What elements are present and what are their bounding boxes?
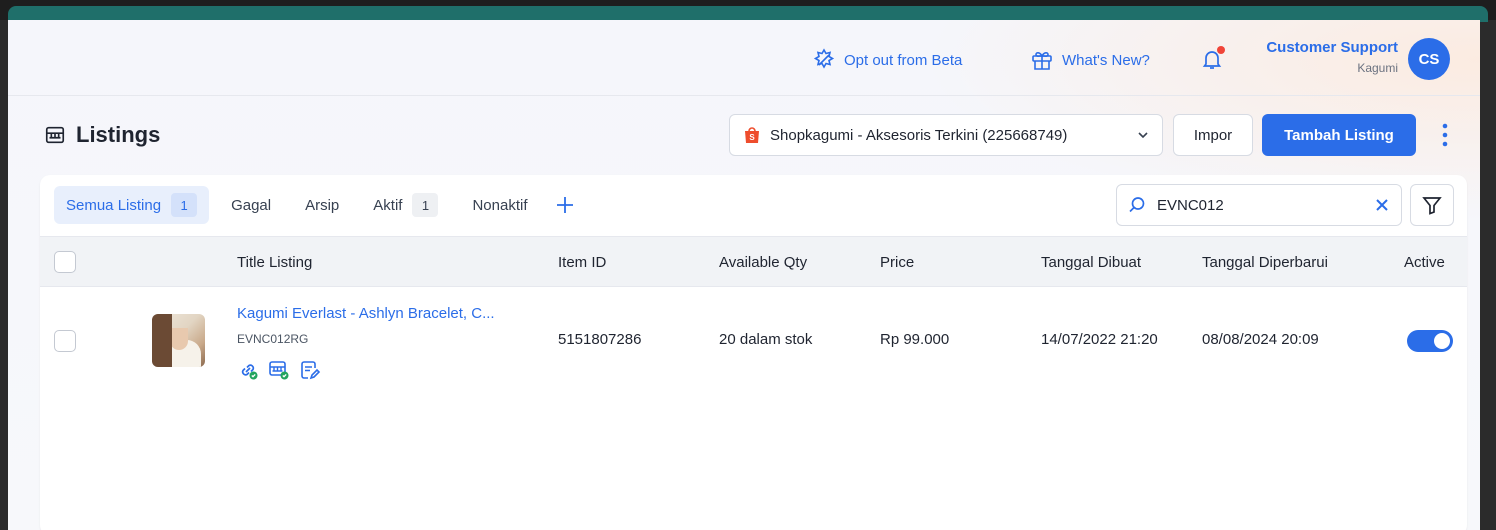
kebab-icon[interactable] bbox=[1437, 122, 1453, 148]
opt-out-beta-link[interactable]: Opt out from Beta bbox=[812, 48, 962, 72]
plus-icon[interactable] bbox=[554, 194, 576, 216]
search-input[interactable] bbox=[1157, 196, 1363, 214]
user-info[interactable]: Customer Support Kagumi bbox=[1266, 39, 1398, 75]
avatar[interactable]: CS bbox=[1408, 38, 1450, 80]
shop-select[interactable]: S Shopkagumi - Aksesoris Terkini (225668… bbox=[729, 114, 1163, 156]
listing-price: Rp 99.000 bbox=[880, 331, 950, 348]
listing-title-link[interactable]: Kagumi Everlast - Ashlyn Bracelet, C... bbox=[237, 305, 495, 322]
column-active[interactable]: Active bbox=[1404, 254, 1445, 271]
shop-select-value: Shopkagumi - Aksesoris Terkini (22566874… bbox=[770, 126, 1068, 144]
add-listing-button[interactable]: Tambah Listing bbox=[1262, 114, 1416, 156]
tab-active[interactable]: Aktif 1 bbox=[361, 186, 450, 224]
toggle-knob bbox=[1434, 333, 1450, 349]
shop-bag-icon: S bbox=[745, 127, 759, 143]
search-box bbox=[1116, 184, 1402, 226]
link-icon[interactable] bbox=[237, 359, 259, 381]
table-header: Title Listing Item ID Available Qty Pric… bbox=[40, 236, 1467, 287]
listing-tabs: Semua Listing 1 Gagal Arsip Aktif 1 Nona… bbox=[54, 185, 576, 225]
tab-count: 1 bbox=[171, 193, 198, 217]
svg-text:S: S bbox=[749, 133, 755, 142]
listing-sku: EVNC012RG bbox=[237, 332, 309, 346]
page-titlebar: Listings S Shopkagumi - Aksesoris Terkin… bbox=[8, 96, 1480, 174]
listings-icon bbox=[45, 126, 65, 144]
listing-updated: 08/08/2024 20:09 bbox=[1202, 331, 1319, 348]
listing-qty: 20 dalam stok bbox=[719, 331, 813, 348]
store-icon[interactable] bbox=[268, 359, 290, 381]
filter-icon bbox=[1422, 197, 1442, 215]
table-row: Kagumi Everlast - Ashlyn Bracelet, C... … bbox=[40, 287, 1467, 393]
listings-card: Semua Listing 1 Gagal Arsip Aktif 1 Nona… bbox=[40, 175, 1467, 530]
page-title-text: Listings bbox=[76, 122, 161, 147]
row-checkbox[interactable] bbox=[54, 330, 76, 352]
page-title: Listings bbox=[44, 122, 160, 148]
column-updated[interactable]: Tanggal Diperbarui bbox=[1202, 254, 1328, 271]
tab-failed[interactable]: Gagal bbox=[219, 186, 283, 224]
listing-item-id: 5151807286 bbox=[558, 331, 642, 348]
gift-icon bbox=[1032, 52, 1052, 70]
opt-out-icon bbox=[813, 48, 835, 69]
column-item-id[interactable]: Item ID bbox=[558, 254, 606, 271]
whats-new-label: What's New? bbox=[1062, 51, 1150, 69]
tab-label: Aktif bbox=[373, 196, 403, 214]
search-icon bbox=[1129, 197, 1145, 213]
user-org: Kagumi bbox=[1357, 61, 1398, 75]
tab-label: Nonaktif bbox=[472, 196, 528, 214]
tab-archive[interactable]: Arsip bbox=[293, 186, 351, 224]
column-title[interactable]: Title Listing bbox=[237, 254, 312, 271]
select-all-checkbox[interactable] bbox=[54, 251, 76, 273]
thumbnail-hair bbox=[152, 314, 172, 367]
tab-inactive[interactable]: Nonaktif bbox=[460, 186, 539, 224]
top-header: Opt out from Beta What's New? Customer S… bbox=[8, 20, 1480, 96]
clear-icon[interactable] bbox=[1373, 196, 1391, 214]
tab-label: Semua Listing bbox=[66, 196, 162, 214]
tab-count: 1 bbox=[412, 193, 439, 217]
user-name: Customer Support bbox=[1266, 39, 1398, 56]
filter-button[interactable] bbox=[1410, 184, 1454, 226]
opt-out-beta-label: Opt out from Beta bbox=[844, 51, 963, 69]
edit-note-icon[interactable] bbox=[299, 359, 321, 381]
app-window: Opt out from Beta What's New? Customer S… bbox=[8, 20, 1480, 530]
notification-dot bbox=[1217, 46, 1225, 54]
tab-all-listings[interactable]: Semua Listing 1 bbox=[54, 186, 210, 224]
column-created[interactable]: Tanggal Dibuat bbox=[1041, 254, 1141, 271]
tab-label: Arsip bbox=[305, 196, 340, 214]
active-toggle[interactable] bbox=[1407, 330, 1453, 352]
column-qty[interactable]: Available Qty bbox=[719, 254, 807, 271]
product-thumbnail[interactable] bbox=[152, 314, 205, 367]
column-price[interactable]: Price bbox=[880, 254, 914, 271]
chevron-down-icon bbox=[1138, 132, 1148, 139]
thumbnail-neck bbox=[170, 328, 188, 350]
listing-status-icons bbox=[237, 359, 321, 381]
notifications-button[interactable] bbox=[1200, 46, 1226, 73]
listing-created: 14/07/2022 21:20 bbox=[1041, 331, 1158, 348]
tab-label: Gagal bbox=[231, 196, 272, 214]
whats-new-link[interactable]: What's New? bbox=[1030, 48, 1150, 72]
import-button[interactable]: Impor bbox=[1173, 114, 1253, 156]
